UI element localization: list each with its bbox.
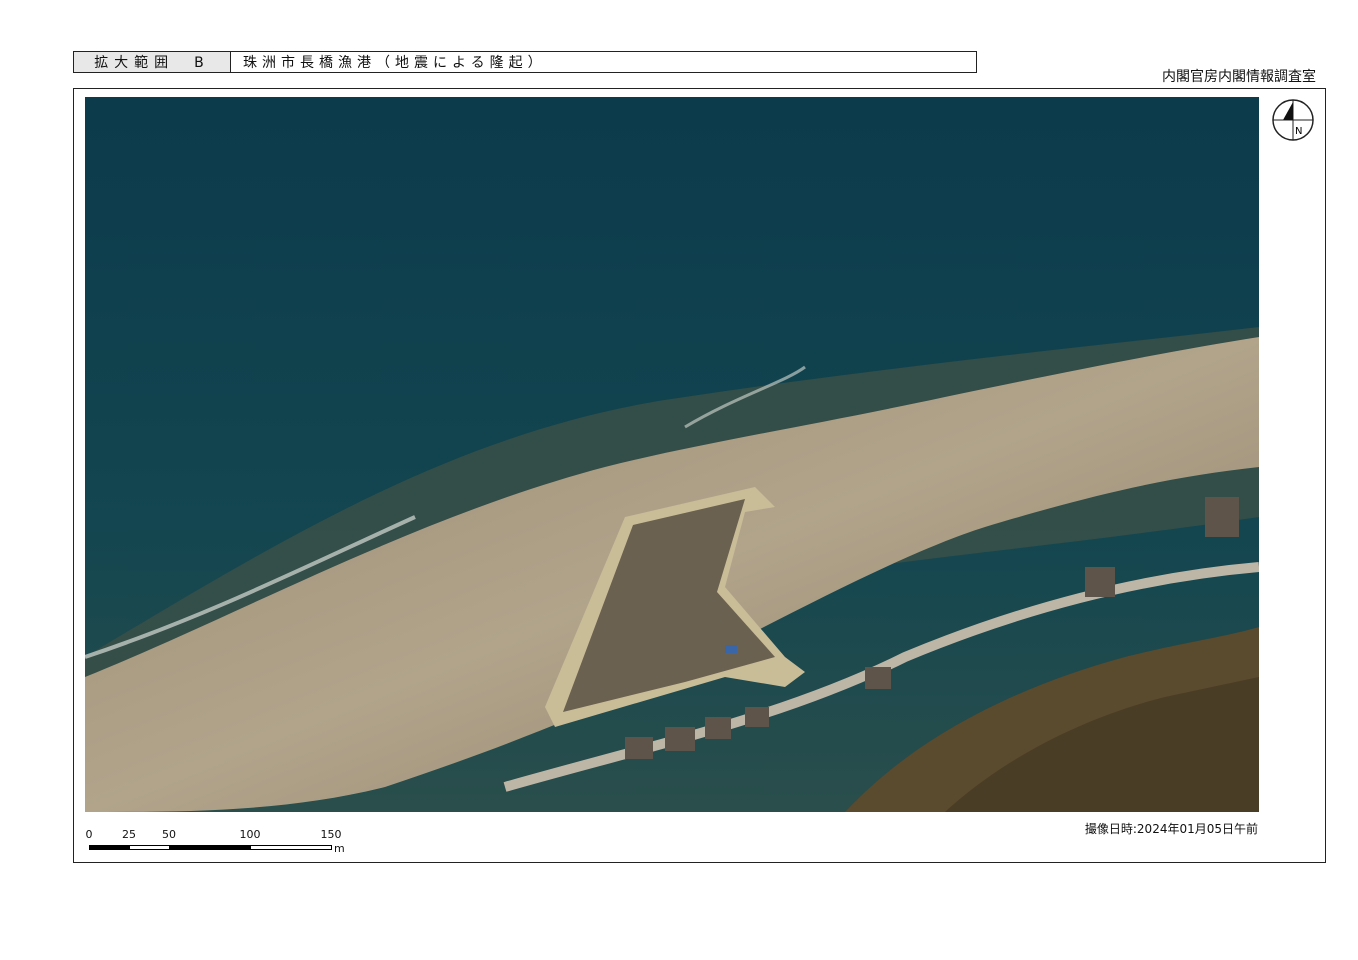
satellite-image[interactable] — [85, 97, 1259, 812]
capture-date: 撮像日時:2024年01月05日午前 — [1084, 822, 1258, 836]
map-header: 拡大範囲 B 珠洲市長橋漁港（地震による隆起） — [73, 51, 977, 73]
map-title: 珠洲市長橋漁港（地震による隆起） — [243, 55, 547, 71]
scale-bar: 0 25 50 100 150 m — [85, 826, 365, 862]
scale-unit: m — [334, 842, 345, 855]
scale-segment — [129, 845, 170, 850]
range-label: 拡大範囲 B — [74, 52, 231, 72]
north-arrow-icon: N — [1271, 98, 1315, 142]
scale-label: 0 — [85, 828, 93, 841]
scale-label: 25 — [122, 828, 136, 841]
scale-label: 150 — [320, 828, 342, 841]
north-label: N — [1295, 126, 1302, 137]
scale-segment — [169, 845, 251, 850]
organization-label: 内閣官房内閣情報調査室 — [1162, 69, 1316, 85]
scale-label: 50 — [162, 828, 176, 841]
scale-segment — [89, 845, 130, 850]
scale-segment — [250, 845, 332, 850]
scale-label: 100 — [239, 828, 261, 841]
